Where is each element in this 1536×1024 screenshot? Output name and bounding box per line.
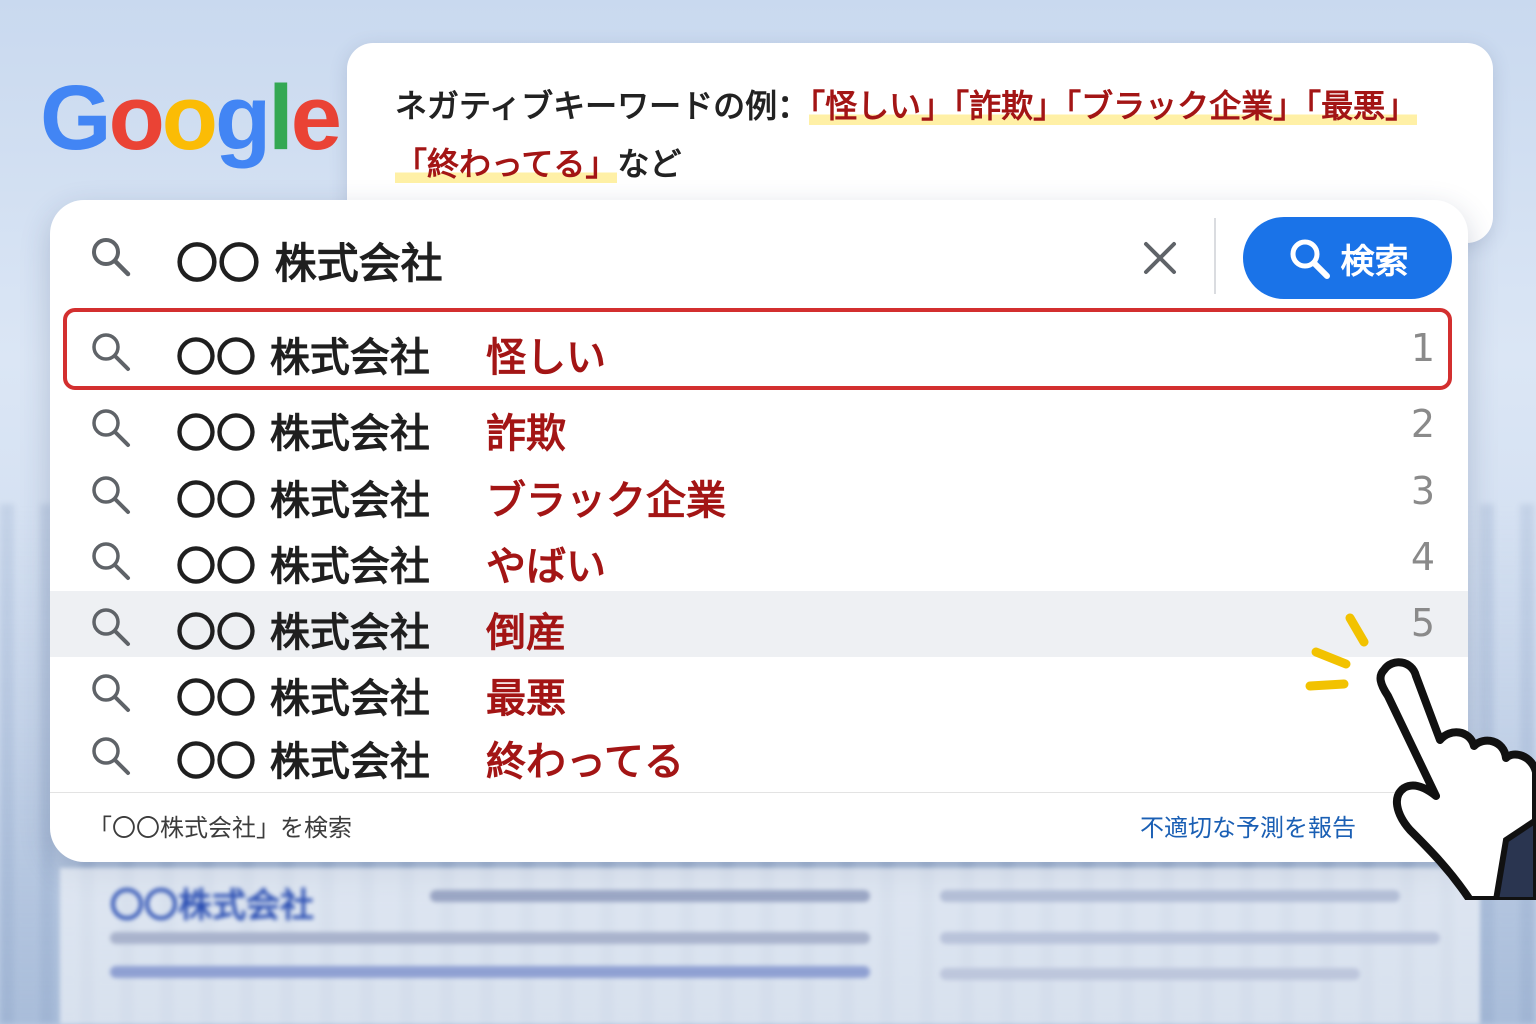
- suggestion-rank: 2: [1410, 402, 1435, 446]
- search-icon: [92, 476, 130, 514]
- close-icon[interactable]: [1138, 236, 1182, 280]
- google-logo: Google: [40, 67, 342, 169]
- search-icon: [1290, 239, 1330, 279]
- logo-letter: o: [108, 67, 165, 169]
- search-autocomplete-panel: 〇〇 株式会社 検索 〇〇 株式会社 怪しい 1 〇〇 株式会社 詐欺 2 〇〇…: [50, 200, 1468, 862]
- search-icon: [92, 674, 130, 712]
- suggestion-keyword: 終わってる: [486, 739, 684, 785]
- suggestion-row-5[interactable]: 〇〇 株式会社 倒産 5: [50, 591, 1468, 657]
- suggestion-base: 〇〇 株式会社: [176, 478, 430, 524]
- blurred-result-title: 〇〇株式会社: [110, 886, 314, 926]
- logo-letter: G: [40, 67, 112, 169]
- suggestion-base: 〇〇 株式会社: [176, 335, 430, 381]
- search-icon: [92, 333, 130, 371]
- footer-divider: [50, 792, 1468, 793]
- logo-letter: o: [161, 67, 218, 169]
- suggestion-keyword: 詐欺: [486, 411, 566, 457]
- suggestion-keyword: 倒産: [486, 610, 566, 656]
- note-suffix: など: [617, 145, 682, 183]
- blurred-snippet: [110, 932, 870, 944]
- divider: [1214, 218, 1216, 294]
- suggestion-base: 〇〇 株式会社: [176, 411, 430, 457]
- suggestion-row-7[interactable]: 〇〇 株式会社 終わってる: [50, 720, 1468, 786]
- blurred-search-results: 〇〇株式会社: [60, 868, 1480, 1024]
- logo-letter: l: [268, 67, 294, 169]
- suggestion-row-1[interactable]: 〇〇 株式会社 怪しい 1: [50, 316, 1468, 382]
- suggestion-keyword: 最悪: [486, 676, 566, 722]
- suggestion-base: 〇〇 株式会社: [176, 739, 430, 785]
- search-input[interactable]: 〇〇 株式会社: [176, 230, 443, 291]
- note-line-1: ネガティブキーワードの例：「怪しい」「詐欺」「ブラック企業」「最悪」: [395, 81, 1418, 127]
- note-keywords-highlight: 「怪しい」「詐欺」「ブラック企業」「最悪」: [809, 87, 1418, 125]
- search-icon: [92, 542, 130, 580]
- suggestion-base: 〇〇 株式会社: [176, 544, 430, 590]
- blurred-snippet: [110, 966, 870, 978]
- search-icon: [92, 409, 130, 447]
- suggestion-row-2[interactable]: 〇〇 株式会社 詐欺 2: [50, 392, 1468, 458]
- clear-x-icon: [1144, 242, 1176, 274]
- blurred-snippet: [430, 890, 870, 902]
- suggestion-base: 〇〇 株式会社: [176, 676, 430, 722]
- logo-letter: g: [214, 67, 271, 169]
- search-button[interactable]: 検索: [1243, 217, 1452, 299]
- suggestion-rank: 4: [1410, 535, 1435, 579]
- suggestion-rank: 1: [1410, 326, 1435, 370]
- suggestion-rank: 3: [1410, 469, 1435, 513]
- suggestion-row-4[interactable]: 〇〇 株式会社 やばい 4: [50, 525, 1468, 591]
- note-prefix: ネガティブキーワードの例：: [395, 87, 810, 125]
- search-button-label: 検索: [1340, 241, 1409, 282]
- suggestion-row-3[interactable]: 〇〇 株式会社 ブラック企業 3: [50, 459, 1468, 525]
- note-keywords-highlight-2: 「終わってる」: [395, 145, 618, 183]
- search-for-link[interactable]: 「〇〇株式会社」を検索: [88, 808, 352, 843]
- search-icon: [92, 238, 131, 277]
- suggestion-keyword: ブラック企業: [486, 478, 726, 524]
- suggestion-base: 〇〇 株式会社: [176, 610, 430, 656]
- search-icon: [92, 737, 130, 775]
- note-line-2: 「終わってる」など: [395, 139, 681, 185]
- suggestion-keyword: 怪しい: [486, 335, 606, 381]
- logo-letter: e: [290, 67, 342, 169]
- blurred-snippet: [940, 932, 1440, 944]
- pointing-hand-icon: [1305, 613, 1536, 900]
- suggestion-row-6[interactable]: 〇〇 株式会社 最悪: [50, 657, 1468, 723]
- search-icon: [92, 608, 130, 646]
- blurred-snippet: [940, 968, 1360, 980]
- suggestion-keyword: やばい: [486, 544, 606, 590]
